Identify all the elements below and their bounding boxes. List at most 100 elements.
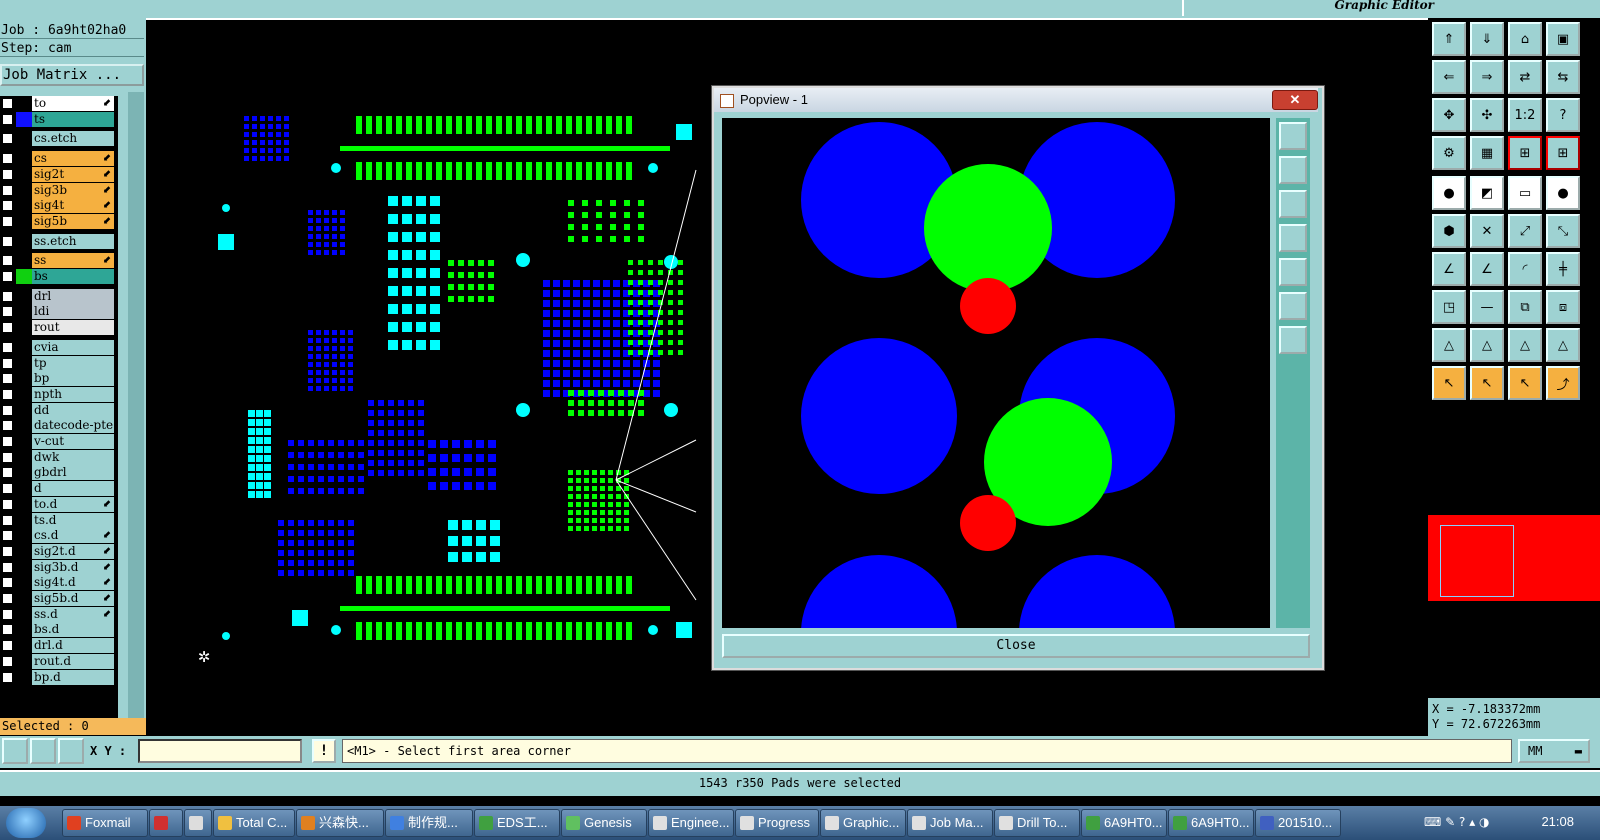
tool-button-0-3[interactable]: ▣: [1546, 22, 1580, 56]
tool-button-2-2[interactable]: 1:2: [1508, 98, 1542, 132]
layer-row-bp.d[interactable]: bp.d: [0, 669, 118, 685]
layer-row-rout.d[interactable]: rout.d: [0, 653, 118, 669]
system-tray[interactable]: ⌨ ✎ ? ▴ ◑: [1424, 815, 1490, 829]
tool-button-2-1[interactable]: ✣: [1470, 98, 1504, 132]
layer-row-drl.d[interactable]: drl.d: [0, 638, 118, 654]
taskbar-item[interactable]: 制作规...: [385, 809, 473, 837]
layer-row-npth[interactable]: npth: [0, 386, 118, 402]
execute-button[interactable]: !: [312, 739, 336, 763]
snap-icon[interactable]: [2, 738, 28, 764]
layer-row-bs.d[interactable]: bs.d: [0, 622, 118, 638]
layer-checkbox[interactable]: [2, 514, 13, 526]
layer-checkbox[interactable]: [2, 593, 13, 604]
taskbar-item[interactable]: Graphic...: [820, 809, 906, 837]
layer-checkbox[interactable]: [2, 98, 13, 109]
popview-tool-button[interactable]: [1279, 224, 1307, 252]
start-button[interactable]: [6, 808, 46, 838]
taskbar-item[interactable]: Drill To...: [994, 809, 1080, 837]
layer-checkbox[interactable]: [2, 640, 13, 652]
layer-checkbox[interactable]: [2, 153, 13, 165]
measure-icon[interactable]: [30, 738, 56, 764]
layer-row-ts.d[interactable]: ts.d: [0, 512, 118, 528]
layer-row-cs.d[interactable]: cs.d ⬋: [0, 528, 118, 544]
tool-button-1-3[interactable]: ⇆: [1546, 60, 1580, 94]
tool-button-6-1[interactable]: ∠: [1470, 252, 1504, 286]
tool-button-8-2[interactable]: △: [1508, 328, 1542, 362]
layer-row-to.d[interactable]: to.d ⬋: [0, 496, 118, 512]
layer-checkbox[interactable]: [2, 483, 13, 495]
popview-canvas[interactable]: [722, 118, 1270, 628]
layer-row-ss[interactable]: ss ⬋: [0, 253, 118, 269]
grid-icon[interactable]: [58, 738, 84, 764]
layer-checkbox[interactable]: [2, 624, 13, 636]
tool-button-2-0[interactable]: ✥: [1432, 98, 1466, 132]
popview-tool-button[interactable]: [1279, 326, 1307, 354]
taskbar-item[interactable]: 6A9HT0...: [1081, 809, 1167, 837]
layer-row-dwk[interactable]: dwk: [0, 449, 118, 465]
layer-row-ss.etch[interactable]: ss.etch: [0, 233, 118, 249]
tool-button-1-0[interactable]: ⇐: [1432, 60, 1466, 94]
layer-checkbox[interactable]: [2, 357, 13, 369]
taskbar-item[interactable]: EDS工...: [474, 809, 560, 837]
layer-row-ldi[interactable]: ldi: [0, 304, 118, 320]
tool-button-7-0[interactable]: ◳: [1432, 290, 1466, 324]
layer-row-sig4t.d[interactable]: sig4t.d ⬋: [0, 575, 118, 591]
layer-checkbox[interactable]: [2, 577, 13, 589]
layer-checkbox[interactable]: [2, 133, 13, 145]
units-select[interactable]: MM ▬: [1518, 739, 1590, 763]
layer-row-to[interactable]: to ⬋: [0, 96, 118, 111]
tool-button-9-2[interactable]: ↖: [1508, 366, 1542, 400]
layer-row-sig2t.d[interactable]: sig2t.d ⬋: [0, 543, 118, 559]
layer-checkbox[interactable]: [2, 306, 13, 318]
tool-button-9-3[interactable]: ⤴: [1546, 366, 1580, 400]
layer-checkbox[interactable]: [2, 404, 13, 416]
layer-row-bs[interactable]: bs: [0, 269, 118, 284]
layer-row-rout[interactable]: rout: [0, 320, 118, 336]
popview-tool-button[interactable]: [1279, 258, 1307, 286]
tool-button-3-0[interactable]: ⚙: [1432, 136, 1466, 170]
tool-button-8-0[interactable]: △: [1432, 328, 1466, 362]
layer-checkbox[interactable]: [2, 388, 13, 400]
tool-button-4-1[interactable]: ◩: [1470, 176, 1504, 210]
tool-button-4-3[interactable]: ●: [1546, 176, 1580, 210]
layer-checkbox[interactable]: [2, 436, 13, 447]
layer-row-cvia[interactable]: cvia: [0, 339, 118, 355]
layer-row-gbdrl[interactable]: gbdrl: [0, 465, 118, 481]
tool-button-7-1[interactable]: —: [1470, 290, 1504, 324]
tool-button-4-2[interactable]: ▭: [1508, 176, 1542, 210]
popview-tool-button[interactable]: [1279, 292, 1307, 320]
layer-checkbox[interactable]: [2, 561, 13, 573]
layer-row-drl[interactable]: drl: [0, 288, 118, 304]
tool-button-6-3[interactable]: ╪: [1546, 252, 1580, 286]
layer-checkbox[interactable]: [2, 235, 13, 247]
taskbar-item[interactable]: Genesis: [561, 809, 647, 837]
layer-row-cs.etch[interactable]: cs.etch: [0, 131, 118, 147]
tool-button-7-2[interactable]: ⧉: [1508, 290, 1542, 324]
job-matrix-button[interactable]: Job Matrix ...: [0, 64, 144, 86]
tool-button-1-2[interactable]: ⇄: [1508, 60, 1542, 94]
layer-checkbox[interactable]: [2, 271, 13, 282]
tool-button-2-3[interactable]: ?: [1546, 98, 1580, 132]
tool-button-3-2[interactable]: ⊞: [1508, 136, 1542, 170]
layer-row-sig2t[interactable]: sig2t ⬋: [0, 166, 118, 182]
layer-checkbox[interactable]: [2, 467, 13, 479]
layer-checkbox[interactable]: [2, 451, 13, 463]
layer-row-sig3b[interactable]: sig3b ⬋: [0, 182, 118, 198]
tool-button-7-3[interactable]: ⧈: [1546, 290, 1580, 324]
layer-row-sig5b[interactable]: sig5b ⬋: [0, 213, 118, 229]
layer-row-dd[interactable]: dd: [0, 402, 118, 418]
layer-checkbox[interactable]: [2, 322, 13, 334]
layer-row-datecode-pte[interactable]: datecode-pte: [0, 418, 118, 434]
layer-checkbox[interactable]: [2, 200, 13, 212]
close-icon[interactable]: ✕: [1272, 90, 1318, 110]
layer-checkbox[interactable]: [2, 545, 13, 557]
layer-row-ss.d[interactable]: ss.d ⬋: [0, 606, 118, 622]
layer-checkbox[interactable]: [2, 113, 13, 125]
tool-button-6-2[interactable]: ◜: [1508, 252, 1542, 286]
layer-checkbox[interactable]: [2, 255, 13, 267]
layer-list-scrollbar[interactable]: [128, 92, 144, 728]
graphic-canvas[interactable]: ✲: [148, 20, 708, 734]
popview-tool-button[interactable]: [1279, 156, 1307, 184]
layer-checkbox[interactable]: [2, 655, 13, 667]
taskbar-item[interactable]: Enginee...: [648, 809, 734, 837]
